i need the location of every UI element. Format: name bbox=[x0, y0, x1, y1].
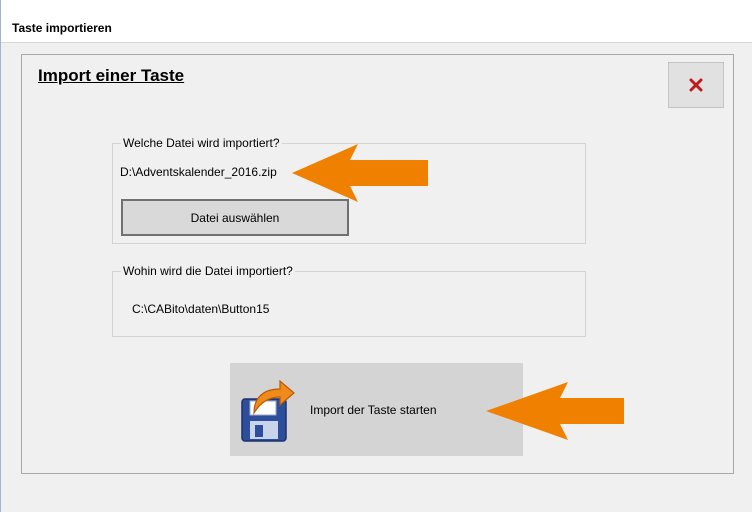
target-folder-path: C:\CABito\daten\Button15 bbox=[132, 302, 270, 316]
select-file-button[interactable]: Datei auswählen bbox=[121, 199, 349, 236]
title-bar[interactable]: Taste importieren bbox=[1, 0, 752, 42]
close-x-icon bbox=[689, 78, 703, 92]
floppy-disk-export-icon bbox=[241, 379, 295, 442]
start-import-label: Import der Taste starten bbox=[310, 403, 437, 417]
import-dialog-window: Taste importieren Import einer Taste Wel… bbox=[0, 0, 752, 512]
source-file-path: D:\Adventskalender_2016.zip bbox=[120, 165, 277, 179]
source-file-legend: Welche Datei wird importiert? bbox=[121, 136, 282, 150]
window-title: Taste importieren bbox=[12, 21, 112, 35]
close-button[interactable] bbox=[668, 62, 724, 108]
target-folder-legend: Wohin wird die Datei importiert? bbox=[121, 264, 295, 278]
dialog-heading: Import einer Taste bbox=[38, 66, 185, 85]
window-left-edge bbox=[0, 0, 1, 512]
title-bar-divider bbox=[1, 42, 752, 43]
arrow-pointing-to-file-path bbox=[292, 144, 428, 202]
start-import-button[interactable]: Import der Taste starten bbox=[230, 363, 523, 456]
arrow-pointing-to-start-button bbox=[486, 382, 624, 440]
